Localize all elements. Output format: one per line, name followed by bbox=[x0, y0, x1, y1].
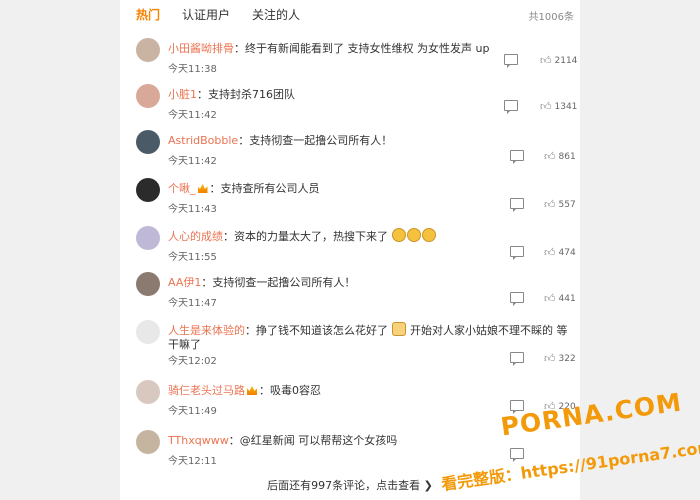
like-button[interactable]: 👍︎ 861 bbox=[544, 150, 576, 163]
like-count: 2114 bbox=[554, 55, 578, 66]
like-button[interactable]: 👍︎ 220 bbox=[544, 400, 576, 413]
like-count: 1341 bbox=[554, 101, 578, 112]
crown-badge-icon bbox=[197, 184, 208, 193]
like-button[interactable]: 👍︎ 557 bbox=[544, 198, 576, 211]
thumbs-up-icon: 👍︎ bbox=[540, 100, 552, 113]
reply-icon[interactable] bbox=[510, 448, 524, 462]
tab-hot[interactable]: 热门 bbox=[136, 6, 160, 23]
avatar[interactable] bbox=[136, 380, 160, 404]
reply-icon[interactable] bbox=[510, 150, 524, 164]
comment-username[interactable]: TThxqwww bbox=[168, 434, 229, 447]
like-button[interactable]: 👍︎ 2114 bbox=[540, 54, 577, 67]
comment-item: 小脏1：支持封杀716团队 今天11:42 👍︎ 1341 bbox=[136, 84, 577, 128]
comment-time: 今天11:55 bbox=[168, 252, 217, 263]
reply-icon[interactable] bbox=[504, 100, 518, 114]
comment-username[interactable]: 小脏1 bbox=[168, 88, 197, 101]
view-more-comments-link[interactable]: 后面还有997条评论，点击查看 ❯ bbox=[120, 477, 580, 493]
comment-text: ：@红星新闻 可以帮帮这个女孩吗 bbox=[228, 434, 398, 447]
comment-item: 人心的成绩：资本的力量太大了，热搜下来了 今天11:55 👍︎ 474 bbox=[136, 226, 576, 270]
comment-username[interactable]: 人心的成绩 bbox=[168, 230, 223, 243]
tears-of-joy-emoji-icon bbox=[421, 228, 436, 242]
cat-emoji-icon bbox=[391, 322, 406, 336]
reply-icon[interactable] bbox=[510, 198, 524, 212]
comment-time: 今天11:38 bbox=[168, 64, 217, 75]
avatar[interactable] bbox=[136, 84, 160, 108]
comment-item: 骑仨老头过马路 ：吸毒0容忍 今天11:49 👍︎ 220 bbox=[136, 380, 576, 424]
comment-item: AstridBobble：支持彻查一起撸公司所有人！ 今天11:42 👍︎ 861 bbox=[136, 130, 576, 174]
comment-item: 个啾_ ：支持查所有公司人员 今天11:43 👍︎ 557 bbox=[136, 178, 576, 222]
tears-of-joy-emoji-icon bbox=[406, 228, 421, 242]
thumbs-up-icon: 👍︎ bbox=[544, 150, 556, 163]
comment-username[interactable]: AA伊1 bbox=[168, 276, 201, 289]
thumbs-up-icon: 👍︎ bbox=[544, 292, 556, 305]
comment-time: 今天12:11 bbox=[168, 456, 217, 467]
tab-bar: 热门 认证用户 关注的人 bbox=[136, 6, 300, 23]
comment-text: ：资本的力量太大了，热搜下来了 bbox=[223, 230, 388, 243]
comment-panel: 热门 认证用户 关注的人 共1006条 小田酱呦排骨：终于有新闻能看到了 支持女… bbox=[120, 0, 580, 500]
comment-item: 小田酱呦排骨：终于有新闻能看到了 支持女性维权 为女性发声 up 今天11:38… bbox=[136, 38, 577, 82]
comment-text: ：支持查所有公司人员 bbox=[209, 182, 320, 195]
tears-of-joy-emoji-icon bbox=[391, 228, 406, 242]
comment-username[interactable]: AstridBobble bbox=[168, 134, 238, 147]
like-count: 557 bbox=[558, 199, 576, 210]
avatar[interactable] bbox=[136, 272, 160, 296]
reply-icon[interactable] bbox=[510, 292, 524, 306]
avatar[interactable] bbox=[136, 320, 160, 344]
comment-text: ：支持封杀716团队 bbox=[197, 88, 295, 101]
like-button[interactable]: 👍︎ 474 bbox=[544, 246, 576, 259]
comment-time: 今天11:42 bbox=[168, 156, 217, 167]
comment-text: ：支持彻查一起撸公司所有人！ bbox=[238, 134, 393, 147]
avatar[interactable] bbox=[136, 130, 160, 154]
reply-icon[interactable] bbox=[510, 400, 524, 414]
comment-item: TThxqwww：@红星新闻 可以帮帮这个女孩吗 今天12:11 bbox=[136, 430, 568, 474]
comment-time: 今天11:42 bbox=[168, 110, 217, 121]
like-button[interactable]: 👍︎ 441 bbox=[544, 292, 576, 305]
comment-item: AA伊1：支持彻查一起撸公司所有人！ 今天11:47 👍︎ 441 bbox=[136, 272, 576, 316]
comment-time: 今天12:02 bbox=[168, 356, 217, 367]
like-count: 861 bbox=[558, 151, 576, 162]
like-count: 441 bbox=[558, 293, 576, 304]
thumbs-up-icon: 👍︎ bbox=[544, 198, 556, 211]
comment-time: 今天11:43 bbox=[168, 204, 217, 215]
like-button[interactable]: 👍︎ 322 bbox=[544, 352, 576, 365]
crown-badge-icon bbox=[247, 386, 257, 395]
like-count: 220 bbox=[558, 401, 576, 412]
comment-text: ：终于有新闻能看到了 支持女性维权 为女性发声 up bbox=[234, 42, 490, 55]
avatar[interactable] bbox=[136, 178, 160, 202]
reply-icon[interactable] bbox=[504, 54, 518, 68]
thumbs-up-icon: 👍︎ bbox=[544, 352, 556, 365]
avatar[interactable] bbox=[136, 430, 160, 454]
comment-text: ：支持彻查一起撸公司所有人！ bbox=[201, 276, 356, 289]
tab-following[interactable]: 关注的人 bbox=[252, 6, 300, 23]
comment-count: 共1006条 bbox=[528, 12, 574, 23]
like-button[interactable]: 👍︎ 1341 bbox=[540, 100, 577, 113]
comment-item: 人生是来体验的：挣了钱不知道该怎么花好了 开始对人家小姑娘不理不睬的 等爆料了他… bbox=[136, 320, 576, 372]
comment-username[interactable]: 小田酱呦排骨 bbox=[168, 42, 234, 55]
thumbs-up-icon: 👍︎ bbox=[540, 54, 552, 67]
reply-icon[interactable] bbox=[510, 246, 524, 260]
like-count: 322 bbox=[558, 353, 576, 364]
reply-icon[interactable] bbox=[510, 352, 524, 366]
avatar[interactable] bbox=[136, 38, 160, 62]
comment-text: ：吸毒0容忍 bbox=[259, 384, 321, 397]
tab-verified-users[interactable]: 认证用户 bbox=[182, 6, 230, 23]
comment-time: 今天11:47 bbox=[168, 298, 217, 309]
comment-username[interactable]: 骑仨老头过马路 bbox=[168, 384, 245, 397]
like-count: 474 bbox=[558, 247, 576, 258]
comment-time: 今天11:49 bbox=[168, 406, 217, 417]
comment-username[interactable]: 个啾_ bbox=[168, 182, 196, 195]
avatar[interactable] bbox=[136, 226, 160, 250]
thumbs-up-icon: 👍︎ bbox=[544, 246, 556, 259]
thumbs-up-icon: 👍︎ bbox=[544, 400, 556, 413]
comment-text-continued: 干嘛了 bbox=[168, 338, 201, 351]
